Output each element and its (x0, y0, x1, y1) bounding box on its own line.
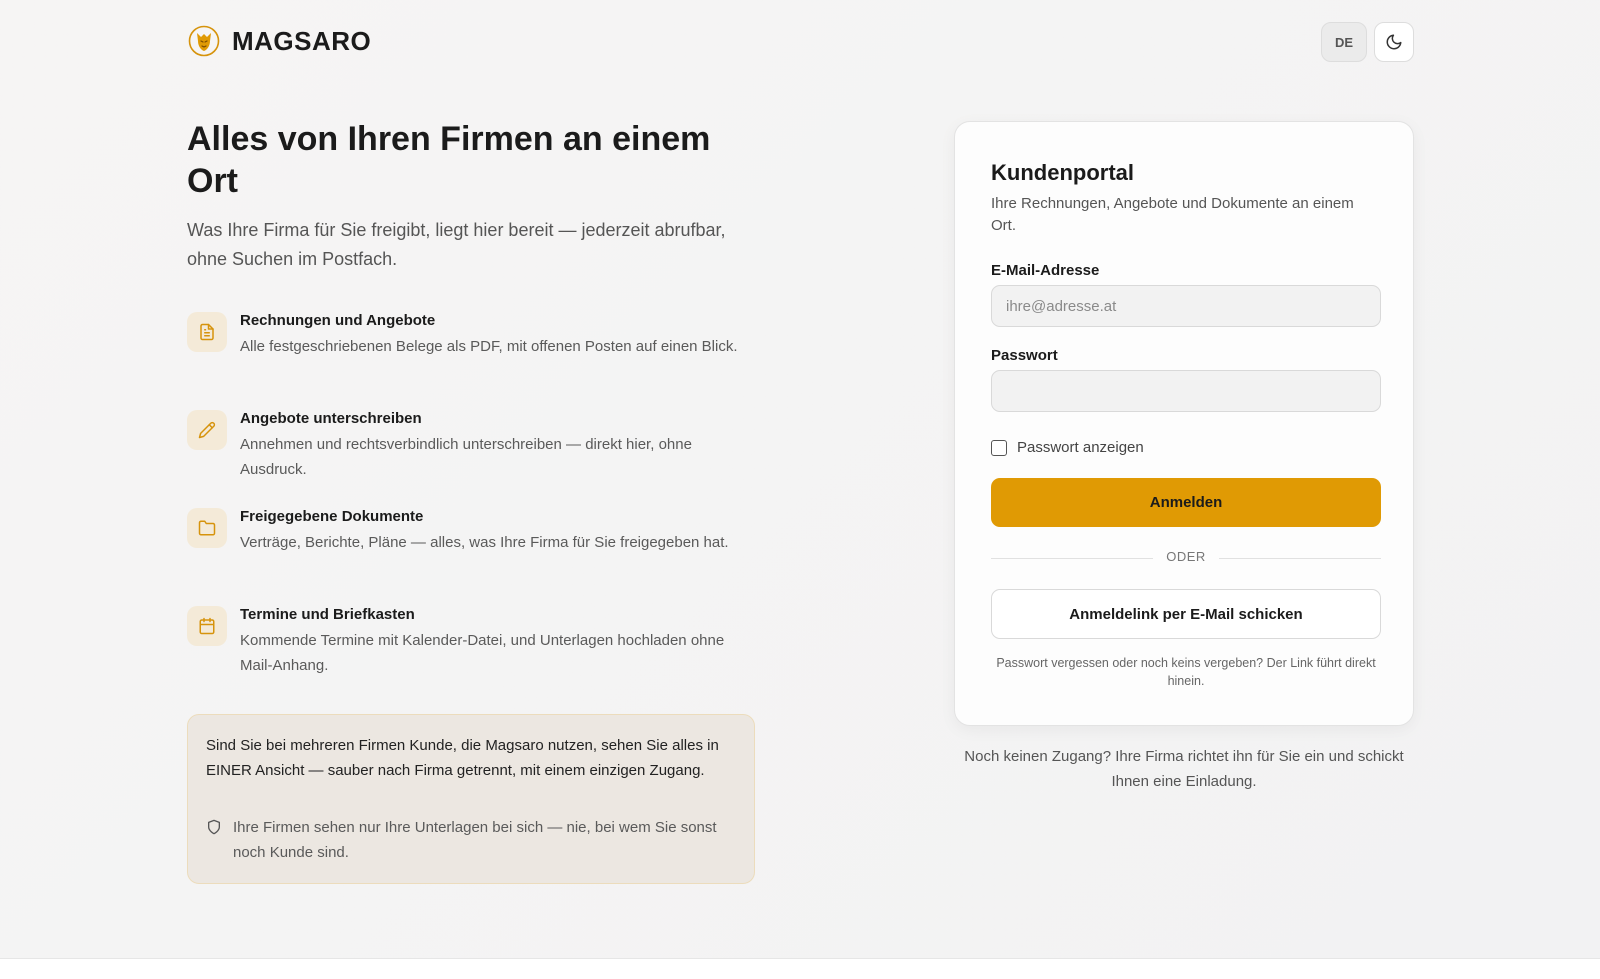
info-main-text: Sind Sie bei mehreren Firmen Kunde, die … (206, 737, 719, 779)
login-title: Kundenportal (991, 160, 1134, 185)
page-title: Alles von Ihren Firmen an einem Ort (187, 120, 711, 200)
folder-icon (198, 520, 216, 536)
show-password-label: Passwort anzeigen (1017, 439, 1144, 456)
theme-toggle-button[interactable] (1374, 22, 1414, 62)
multi-company-info-box: Sind Sie bei mehreren Firmen Kunde, die … (187, 714, 755, 884)
login-subtitle: Ihre Rechnungen, Angebote und Dokumente … (991, 195, 1354, 234)
login-page: MAGSARO DE Alles von Ihren Firmen an ein… (0, 0, 1600, 958)
document-icon (200, 323, 214, 341)
password-field[interactable] (991, 370, 1381, 412)
footer-bar (0, 958, 1600, 979)
calendar-icon (199, 617, 215, 635)
moon-icon (1386, 34, 1402, 50)
feature-title: Termine und Briefkasten (240, 606, 415, 623)
show-password-checkbox[interactable] (991, 439, 1007, 456)
no-access-text: Noch keinen Zugang? Ihre Firma richtet i… (964, 748, 1404, 790)
feature-title: Rechnungen und Angebote (240, 312, 436, 329)
show-password-toggle[interactable]: Passwort anzeigen (991, 439, 1144, 456)
login-card: Kundenportal Ihre Rechnungen, Angebote u… (954, 121, 1414, 726)
brand[interactable]: MAGSARO (188, 25, 371, 57)
password-label: Passwort (991, 347, 1058, 364)
feature-title: Freigegebene Dokumente (240, 508, 424, 525)
feature-description: Verträge, Berichte, Pläne — alles, was I… (240, 534, 729, 551)
or-divider: ODER (991, 549, 1381, 567)
language-button[interactable]: DE (1321, 22, 1367, 62)
magsaro-logo-icon (188, 25, 220, 57)
page-subtitle: Was Ihre Firma für Sie freigibt, liegt h… (187, 220, 726, 269)
feature-description: Kommende Termine mit Kalender-Datei, und… (240, 632, 725, 674)
email-field[interactable] (991, 285, 1381, 327)
privacy-note-text: Ihre Firmen sehen nur Ihre Unterlagen be… (233, 819, 717, 861)
email-label: E-Mail-Adresse (991, 262, 1100, 279)
feature-description: Alle festgeschriebenen Belege als PDF, m… (240, 338, 738, 355)
pencil-icon (198, 421, 216, 439)
login-button[interactable]: Anmelden (991, 478, 1381, 527)
shield-icon (208, 819, 220, 835)
or-divider-label: ODER (1166, 549, 1206, 564)
feature-title: Angebote unterschreiben (240, 410, 422, 427)
feature-description: Annehmen und rechtsverbindlich unterschr… (240, 436, 692, 478)
magic-link-button[interactable]: Anmeldelink per E-Mail schicken (991, 589, 1381, 639)
language-label: DE (1334, 34, 1354, 50)
magic-link-hint: Passwort vergessen oder noch keins verge… (996, 656, 1376, 688)
brand-name: MAGSARO (232, 25, 372, 56)
